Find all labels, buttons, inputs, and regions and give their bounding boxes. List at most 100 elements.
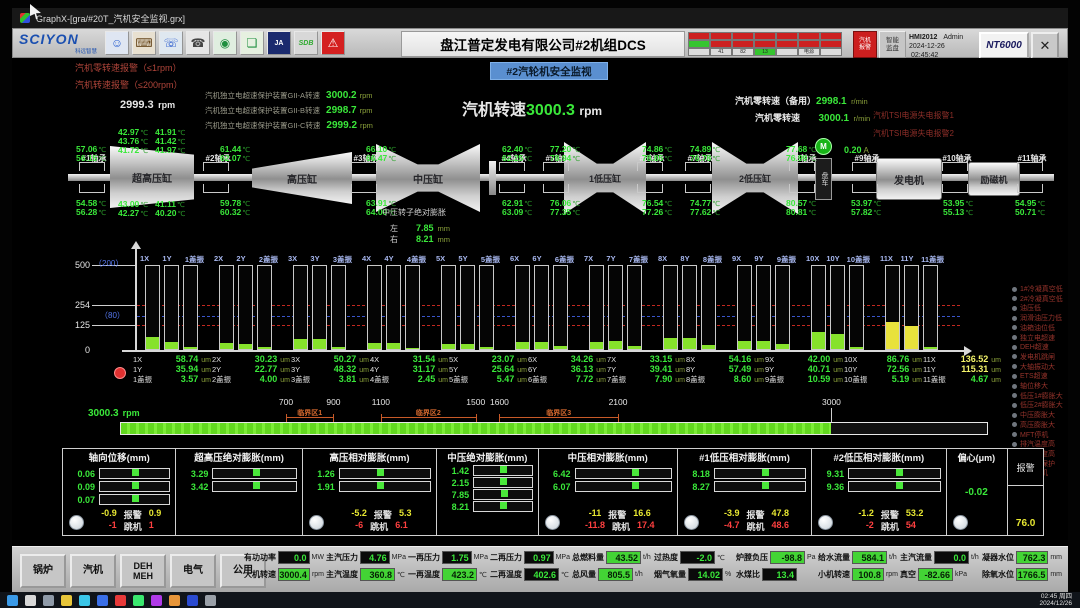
temp-value: 80.81 — [786, 207, 807, 217]
gauge-marker — [132, 495, 139, 502]
monitor-globe-icon[interactable]: ◉ — [213, 31, 237, 55]
vib-unit: um — [438, 377, 448, 384]
measurement-value-box: 13.4 — [762, 568, 797, 581]
turbine-trip-indicator[interactable]: 汽机 报警 — [853, 31, 877, 58]
vib-value: 35.94 — [151, 364, 198, 374]
vib-unit: um — [438, 357, 448, 364]
vib-bar-4Y — [386, 265, 401, 350]
app-icon-2[interactable] — [115, 595, 126, 606]
trip-item-label: 发电机跳闸 — [1020, 352, 1055, 362]
start-icon[interactable] — [7, 595, 18, 606]
gauge-bar[interactable] — [99, 468, 170, 479]
trip-item-label: 低压1#膨胀大 — [1020, 391, 1063, 401]
measurement-总燃料量: 总燃料量43.52t/h — [572, 551, 652, 564]
vib-unit: um — [201, 377, 211, 384]
panel-status-lamp[interactable] — [684, 515, 699, 530]
search-icon[interactable] — [25, 595, 36, 606]
gauge-bar[interactable] — [473, 465, 532, 476]
gauge-bar[interactable] — [714, 468, 806, 479]
gauge-marker — [253, 482, 260, 489]
gauge-row: 7.85 — [439, 489, 532, 500]
measurement-烟气氧量: 烟气氧量14.02% — [654, 568, 734, 581]
gauge-bar[interactable] — [99, 494, 170, 505]
gauge-bar[interactable] — [339, 481, 431, 492]
monitor-globe-icon-glyph: ◉ — [220, 36, 230, 50]
measurement-value-box: 1.75 — [442, 551, 472, 564]
tab-turbine-safety[interactable]: #2汽轮机安全监视 — [490, 62, 608, 80]
panel-status-lamp[interactable] — [953, 515, 968, 530]
measurement-value: 0.0 — [953, 553, 966, 563]
vib-value-cell: 7盖振7.90um — [607, 374, 685, 385]
taskbar-clock[interactable]: 02:45 周四 2024/12/26 — [1039, 593, 1072, 608]
gauge-marker — [762, 482, 769, 489]
measurement-value: -82.66 — [924, 570, 950, 580]
critical-zone-tick — [499, 414, 500, 422]
operator-station-icon[interactable]: ☏ — [159, 31, 183, 55]
gauge-bar[interactable] — [473, 489, 532, 500]
nav-button-DEH-MEH[interactable]: DEHMEH — [120, 554, 166, 588]
gauge-bar[interactable] — [473, 501, 532, 512]
nav-button-汽机[interactable]: 汽机 — [70, 554, 116, 588]
app-icon-6[interactable] — [187, 595, 198, 606]
gauge-bar[interactable] — [575, 481, 672, 492]
gauge-bar[interactable] — [575, 468, 672, 479]
gauge-bar[interactable] — [212, 468, 296, 479]
close-button[interactable]: ✕ — [1031, 32, 1059, 59]
temp-value: 66.47 — [366, 153, 387, 163]
alarm-bell-icon[interactable]: ⚠ — [321, 31, 345, 55]
gauge-bar[interactable] — [473, 477, 532, 488]
headset-icon[interactable]: ☎ — [186, 31, 210, 55]
y-axis-arrow-icon — [131, 241, 141, 249]
task-view-icon[interactable] — [43, 595, 54, 606]
vib-channel-label: 11X — [923, 355, 941, 364]
measurement-value: 0.0 — [294, 553, 307, 563]
alarm-grid-row — [688, 32, 850, 40]
ja-logo-icon[interactable]: JA — [267, 31, 291, 55]
trip-item-label: 轴位移大 — [1020, 381, 1048, 391]
vib-channel-label: 3Y — [291, 365, 309, 374]
measurement-unit: ℃ — [717, 554, 725, 562]
panel-status-lamp[interactable] — [69, 515, 84, 530]
trip-condition-item: 润滑油压力低 — [1012, 313, 1062, 323]
vib-value: 48.32 — [309, 364, 356, 374]
app-icon-7[interactable] — [205, 595, 216, 606]
vib-bar-8Y — [682, 265, 697, 350]
browser-icon[interactable] — [79, 595, 90, 606]
vib-value: 2.45 — [396, 374, 435, 384]
nav-button-锅炉[interactable]: 锅炉 — [20, 554, 66, 588]
panel-status-lamp[interactable] — [818, 515, 833, 530]
app-icon-5[interactable] — [169, 595, 180, 606]
app-icon-3[interactable] — [133, 595, 144, 606]
app-icon-4[interactable] — [151, 595, 162, 606]
bar-label: 6盖振 — [555, 254, 574, 265]
app-icon-1[interactable] — [97, 595, 108, 606]
gauge-bar[interactable] — [848, 481, 940, 492]
users-icon[interactable]: ☺ — [105, 31, 129, 55]
vib-value-cell: 8X54.16um — [686, 354, 764, 364]
vib-channel-label: 4Y — [370, 365, 388, 374]
gauge-bar[interactable] — [212, 481, 296, 492]
gauge-bar[interactable] — [99, 481, 170, 492]
gauge-bar[interactable] — [714, 481, 806, 492]
gauge-bar[interactable] — [339, 468, 431, 479]
temp-unit: ℃ — [242, 156, 250, 163]
nt6000-button[interactable]: NT6000 — [979, 32, 1029, 59]
scale-tick-3000 — [831, 408, 832, 422]
file-explorer-icon[interactable] — [61, 595, 72, 606]
keyboard-icon[interactable]: ⌨ — [132, 31, 156, 55]
alarm-summary-grid[interactable]: 418213电源 — [688, 32, 850, 56]
gauge-row: 6.07 — [541, 481, 672, 492]
vib-bar-10Y — [830, 265, 845, 350]
cards-icon[interactable]: ❏ — [240, 31, 264, 55]
panel-status-lamp[interactable] — [309, 515, 324, 530]
gauge-bar[interactable] — [848, 468, 940, 479]
panel-status-lamp[interactable] — [545, 515, 560, 530]
temp-unit: ℃ — [808, 210, 816, 217]
nav-button-电气[interactable]: 电气 — [170, 554, 216, 588]
temp-label: 62.25℃ — [502, 148, 532, 166]
mode-button[interactable]: 智能 监盘 — [879, 31, 906, 58]
sdb-logo-icon[interactable]: SDB — [294, 31, 318, 55]
mode-box-line1: 智能 — [886, 37, 899, 45]
gauge-value: 6.42 — [541, 469, 571, 479]
temp-value: 78.94 — [550, 153, 571, 163]
